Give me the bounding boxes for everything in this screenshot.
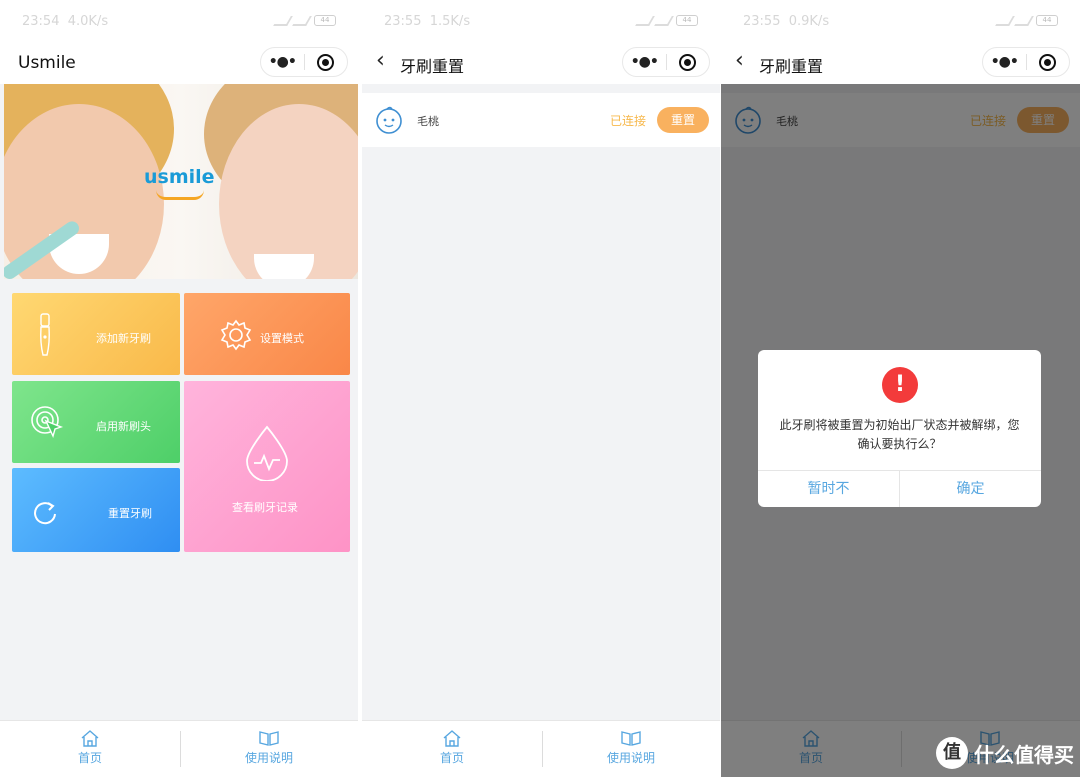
book-icon — [259, 731, 279, 746]
tab-home-label: 首页 — [439, 751, 464, 765]
more-icon[interactable]: •●• — [261, 54, 304, 70]
signal-icon — [635, 15, 655, 26]
status-icons: 44 — [635, 15, 698, 26]
target-icon — [31, 406, 64, 438]
banner-image: usmile — [4, 84, 358, 279]
back-icon[interactable]: ‹ — [376, 48, 385, 73]
more-icon[interactable]: •●• — [983, 54, 1026, 70]
signal-icon — [995, 15, 1015, 26]
page-title: 牙刷重置 — [759, 57, 824, 76]
home-icon — [81, 730, 99, 747]
tab-home[interactable]: 首页 — [407, 729, 497, 766]
mini-program-capsule: •●• — [982, 47, 1070, 77]
battery-icon: 44 — [676, 15, 698, 26]
tab-home-label: 首页 — [77, 751, 102, 765]
dialog-message: 此牙刷将被重置为初始出厂状态并被解绑，您确认要执行么？ — [779, 418, 1020, 451]
signal-icon — [292, 15, 312, 26]
new-brush-head-label: 启用新刷头 — [96, 420, 151, 433]
brushing-record-label: 查看刷牙记录 — [232, 501, 298, 514]
set-mode-label: 设置模式 — [260, 332, 304, 345]
status-icons: 44 — [995, 15, 1058, 26]
back-icon[interactable]: ‹ — [735, 48, 744, 73]
mini-program-capsule: •●• — [260, 47, 348, 77]
status-bar: 23:55 1.5K/s 44 — [362, 0, 720, 40]
nav-bar: ‹ 牙刷重置 •●• — [362, 40, 720, 84]
book-icon — [621, 731, 641, 746]
home-icon — [443, 730, 461, 747]
close-target-icon[interactable] — [305, 53, 348, 71]
cancel-button[interactable]: 暂时不 — [758, 471, 899, 507]
status-time: 23:55 1.5K/s — [384, 14, 471, 29]
watermark: 值 什么值得买 — [936, 737, 1074, 769]
baby-face-icon — [376, 106, 402, 134]
reset-confirm-screen: 23:55 0.9K/s 44 ‹ 牙刷重置 •●• 毛桃 已连接 重置 — [721, 0, 1080, 777]
signal-icon — [654, 15, 674, 26]
battery-icon: 44 — [1036, 15, 1058, 26]
page-title: Usmile — [18, 53, 76, 73]
tab-manual-label: 使用说明 — [244, 751, 293, 765]
dialog-buttons: 暂时不 确定 — [758, 470, 1041, 507]
status-icons: 44 — [273, 15, 336, 26]
tab-home[interactable]: 首页 — [45, 729, 135, 766]
tab-manual[interactable]: 使用说明 — [586, 729, 676, 766]
home-screen: 23:54 4.0K/s 44 Usmile •●• usmile 添加新牙刷 … — [0, 0, 358, 777]
close-target-icon[interactable] — [1027, 53, 1070, 71]
reset-screen: 23:55 1.5K/s 44 ‹ 牙刷重置 •●• 毛桃 已连接 重置 首页 … — [362, 0, 720, 777]
confirm-dialog: ! 此牙刷将被重置为初始出厂状态并被解绑，您确认要执行么？ 暂时不 确定 — [758, 350, 1041, 507]
set-mode-tile[interactable]: 设置模式 — [184, 293, 350, 375]
warning-icon: ! — [882, 367, 918, 403]
nav-bar: ‹ 牙刷重置 •●• — [721, 40, 1080, 84]
connection-status: 已连接 — [609, 114, 646, 128]
brushing-record-tile[interactable]: 查看刷牙记录 — [184, 381, 350, 552]
add-toothbrush-tile[interactable]: 添加新牙刷 — [12, 293, 180, 375]
status-time: 23:54 4.0K/s — [22, 14, 109, 29]
status-time: 23:55 0.9K/s — [743, 14, 830, 29]
signal-icon — [1014, 15, 1034, 26]
reset-toothbrush-tile[interactable]: 重置牙刷 — [12, 468, 180, 552]
refresh-icon — [34, 502, 56, 525]
signal-icon — [273, 15, 293, 26]
usmile-logo: usmile — [144, 166, 215, 188]
device-row: 毛桃 已连接 重置 — [362, 93, 720, 147]
battery-icon: 44 — [314, 15, 336, 26]
more-icon[interactable]: •●• — [623, 54, 666, 70]
reset-toothbrush-label: 重置牙刷 — [108, 507, 152, 520]
tab-bar: 首页 使用说明 — [0, 720, 358, 777]
tab-manual[interactable]: 使用说明 — [224, 729, 314, 766]
status-bar: 23:55 0.9K/s 44 — [721, 0, 1080, 40]
mini-program-capsule: •●• — [622, 47, 710, 77]
watermark-text: 什么值得买 — [974, 742, 1074, 767]
page-title: 牙刷重置 — [400, 57, 465, 76]
watermark-badge: 值 — [936, 737, 968, 769]
add-toothbrush-label: 添加新牙刷 — [96, 332, 151, 345]
tab-divider — [180, 731, 181, 767]
tab-divider — [542, 731, 543, 767]
gear-icon — [220, 319, 252, 351]
tab-manual-label: 使用说明 — [606, 751, 655, 765]
reset-button[interactable]: 重置 — [657, 107, 709, 133]
droplet-pulse-icon — [246, 425, 288, 481]
nav-bar: Usmile •●• — [0, 40, 358, 84]
tab-bar: 首页 使用说明 — [362, 720, 720, 777]
toothbrush-icon — [40, 313, 50, 356]
device-name: 毛桃 — [417, 115, 439, 128]
new-brush-head-tile[interactable]: 启用新刷头 — [12, 381, 180, 463]
status-bar: 23:54 4.0K/s 44 — [0, 0, 358, 40]
close-target-icon[interactable] — [667, 53, 710, 71]
confirm-button[interactable]: 确定 — [899, 471, 1041, 507]
